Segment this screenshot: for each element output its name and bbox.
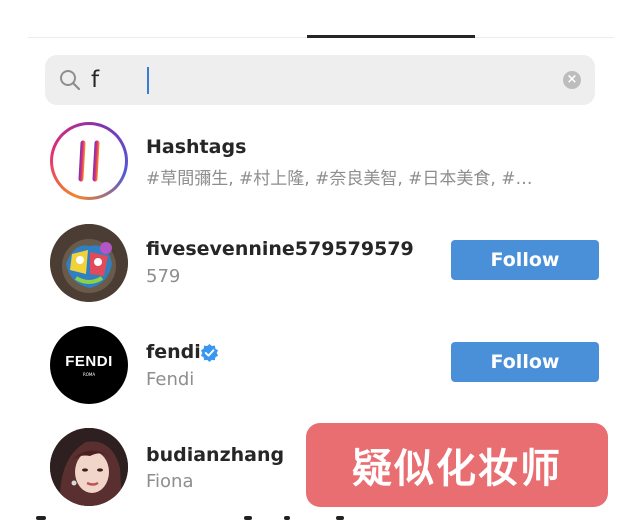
bottom-artifact [336, 516, 344, 520]
hashtag-avatar [50, 122, 128, 200]
search-input[interactable] [89, 55, 529, 105]
text-caret [147, 67, 149, 94]
avatar[interactable] [50, 428, 128, 506]
verified-icon [200, 343, 219, 362]
follow-button[interactable]: Follow [451, 342, 599, 382]
hashtag-icon [70, 140, 108, 182]
hashtags-subtitle: #草間彌生, #村上隆, #奈良美智, #日本美食, #… [146, 169, 533, 189]
watermark-label: 疑似化妆师 [306, 423, 608, 507]
avatar[interactable] [50, 224, 128, 302]
active-tab-indicator [307, 35, 475, 38]
bottom-artifact [244, 516, 252, 520]
follow-button[interactable]: Follow [451, 240, 599, 280]
user-fullname: Fendi [146, 369, 195, 390]
bottom-artifact [36, 516, 46, 520]
username: fendi [146, 341, 201, 363]
search-icon [60, 70, 81, 91]
user-fullname: Fiona [146, 471, 194, 492]
fendi-logo-text: FENDI [65, 353, 113, 370]
avatar[interactable]: FENDI ROMA [50, 326, 128, 404]
search-bar[interactable]: × [45, 55, 595, 105]
clear-icon[interactable]: × [563, 71, 581, 89]
username: budianzhang [146, 444, 285, 466]
fendi-logo-subtext: ROMA [82, 372, 96, 377]
bottom-artifact [284, 516, 290, 520]
username: fivesevennine579579579 [146, 238, 414, 260]
user-fullname: 579 [146, 266, 181, 287]
hashtags-title: Hashtags [146, 136, 247, 158]
